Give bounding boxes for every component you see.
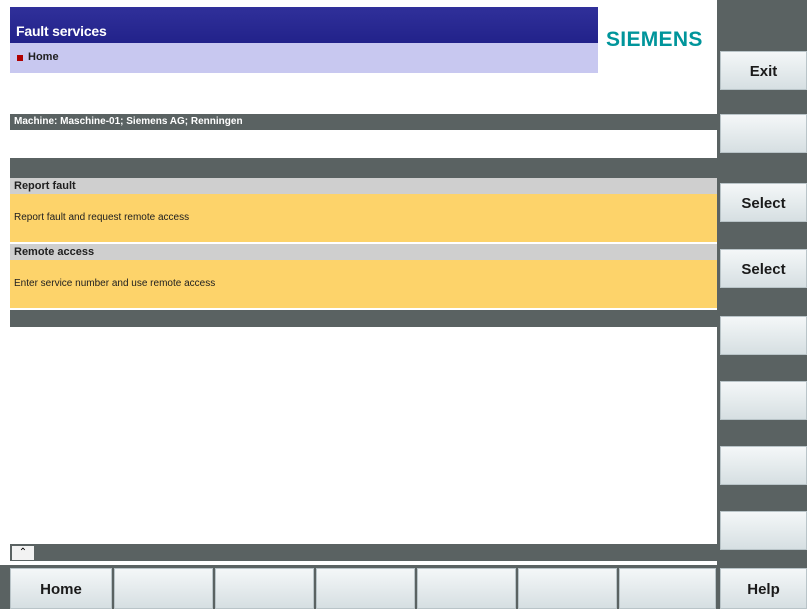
softkey-bottom-7[interactable] <box>619 568 716 609</box>
remote-access-item[interactable]: Enter service number and use remote acce… <box>10 260 717 308</box>
softkey-help[interactable]: Help <box>720 568 807 609</box>
softkey-bottom-2[interactable] <box>114 568 213 609</box>
title-bar: Fault services <box>10 7 598 43</box>
softkey-bottom-4[interactable] <box>316 568 415 609</box>
breadcrumb-marker-icon <box>17 55 23 61</box>
page-title: Fault services <box>16 23 107 39</box>
separator <box>10 158 717 178</box>
breadcrumb-home[interactable]: Home <box>28 51 59 63</box>
chevron-up-icon[interactable]: ⌃ <box>12 546 34 560</box>
softkey-right-2[interactable] <box>720 114 807 153</box>
section-description: Report fault and request remote access <box>14 212 190 223</box>
section-description: Enter service number and use remote acce… <box>14 278 216 289</box>
list-end-bar <box>10 310 717 327</box>
machine-info: Machine: Maschine-01; Siemens AG; Rennin… <box>14 116 243 127</box>
left-frame <box>0 0 10 609</box>
section-heading-remote-access: Remote access <box>10 244 717 260</box>
softkey-right-5[interactable] <box>720 316 807 355</box>
softkey-right-7[interactable] <box>720 446 807 485</box>
scroll-bar <box>10 544 717 561</box>
softkey-home[interactable]: Home <box>10 568 112 609</box>
report-fault-item[interactable]: Report fault and request remote access <box>10 194 717 242</box>
section-heading: Report fault <box>14 180 76 192</box>
breadcrumb: Home <box>10 43 598 73</box>
softkey-right-8[interactable] <box>720 511 807 550</box>
machine-info-bar: Machine: Maschine-01; Siemens AG; Rennin… <box>10 114 717 130</box>
softkey-exit[interactable]: Exit <box>720 51 807 90</box>
softkey-select-2[interactable]: Select <box>720 249 807 288</box>
softkey-right-6[interactable] <box>720 381 807 420</box>
softkey-bottom-3[interactable] <box>215 568 314 609</box>
section-heading: Remote access <box>14 246 95 258</box>
softkey-select-1[interactable]: Select <box>720 183 807 222</box>
siemens-logo: SIEMENS <box>606 28 703 51</box>
softkey-bottom-5[interactable] <box>417 568 516 609</box>
section-heading-report-fault: Report fault <box>10 178 717 194</box>
softkey-bottom-6[interactable] <box>518 568 617 609</box>
